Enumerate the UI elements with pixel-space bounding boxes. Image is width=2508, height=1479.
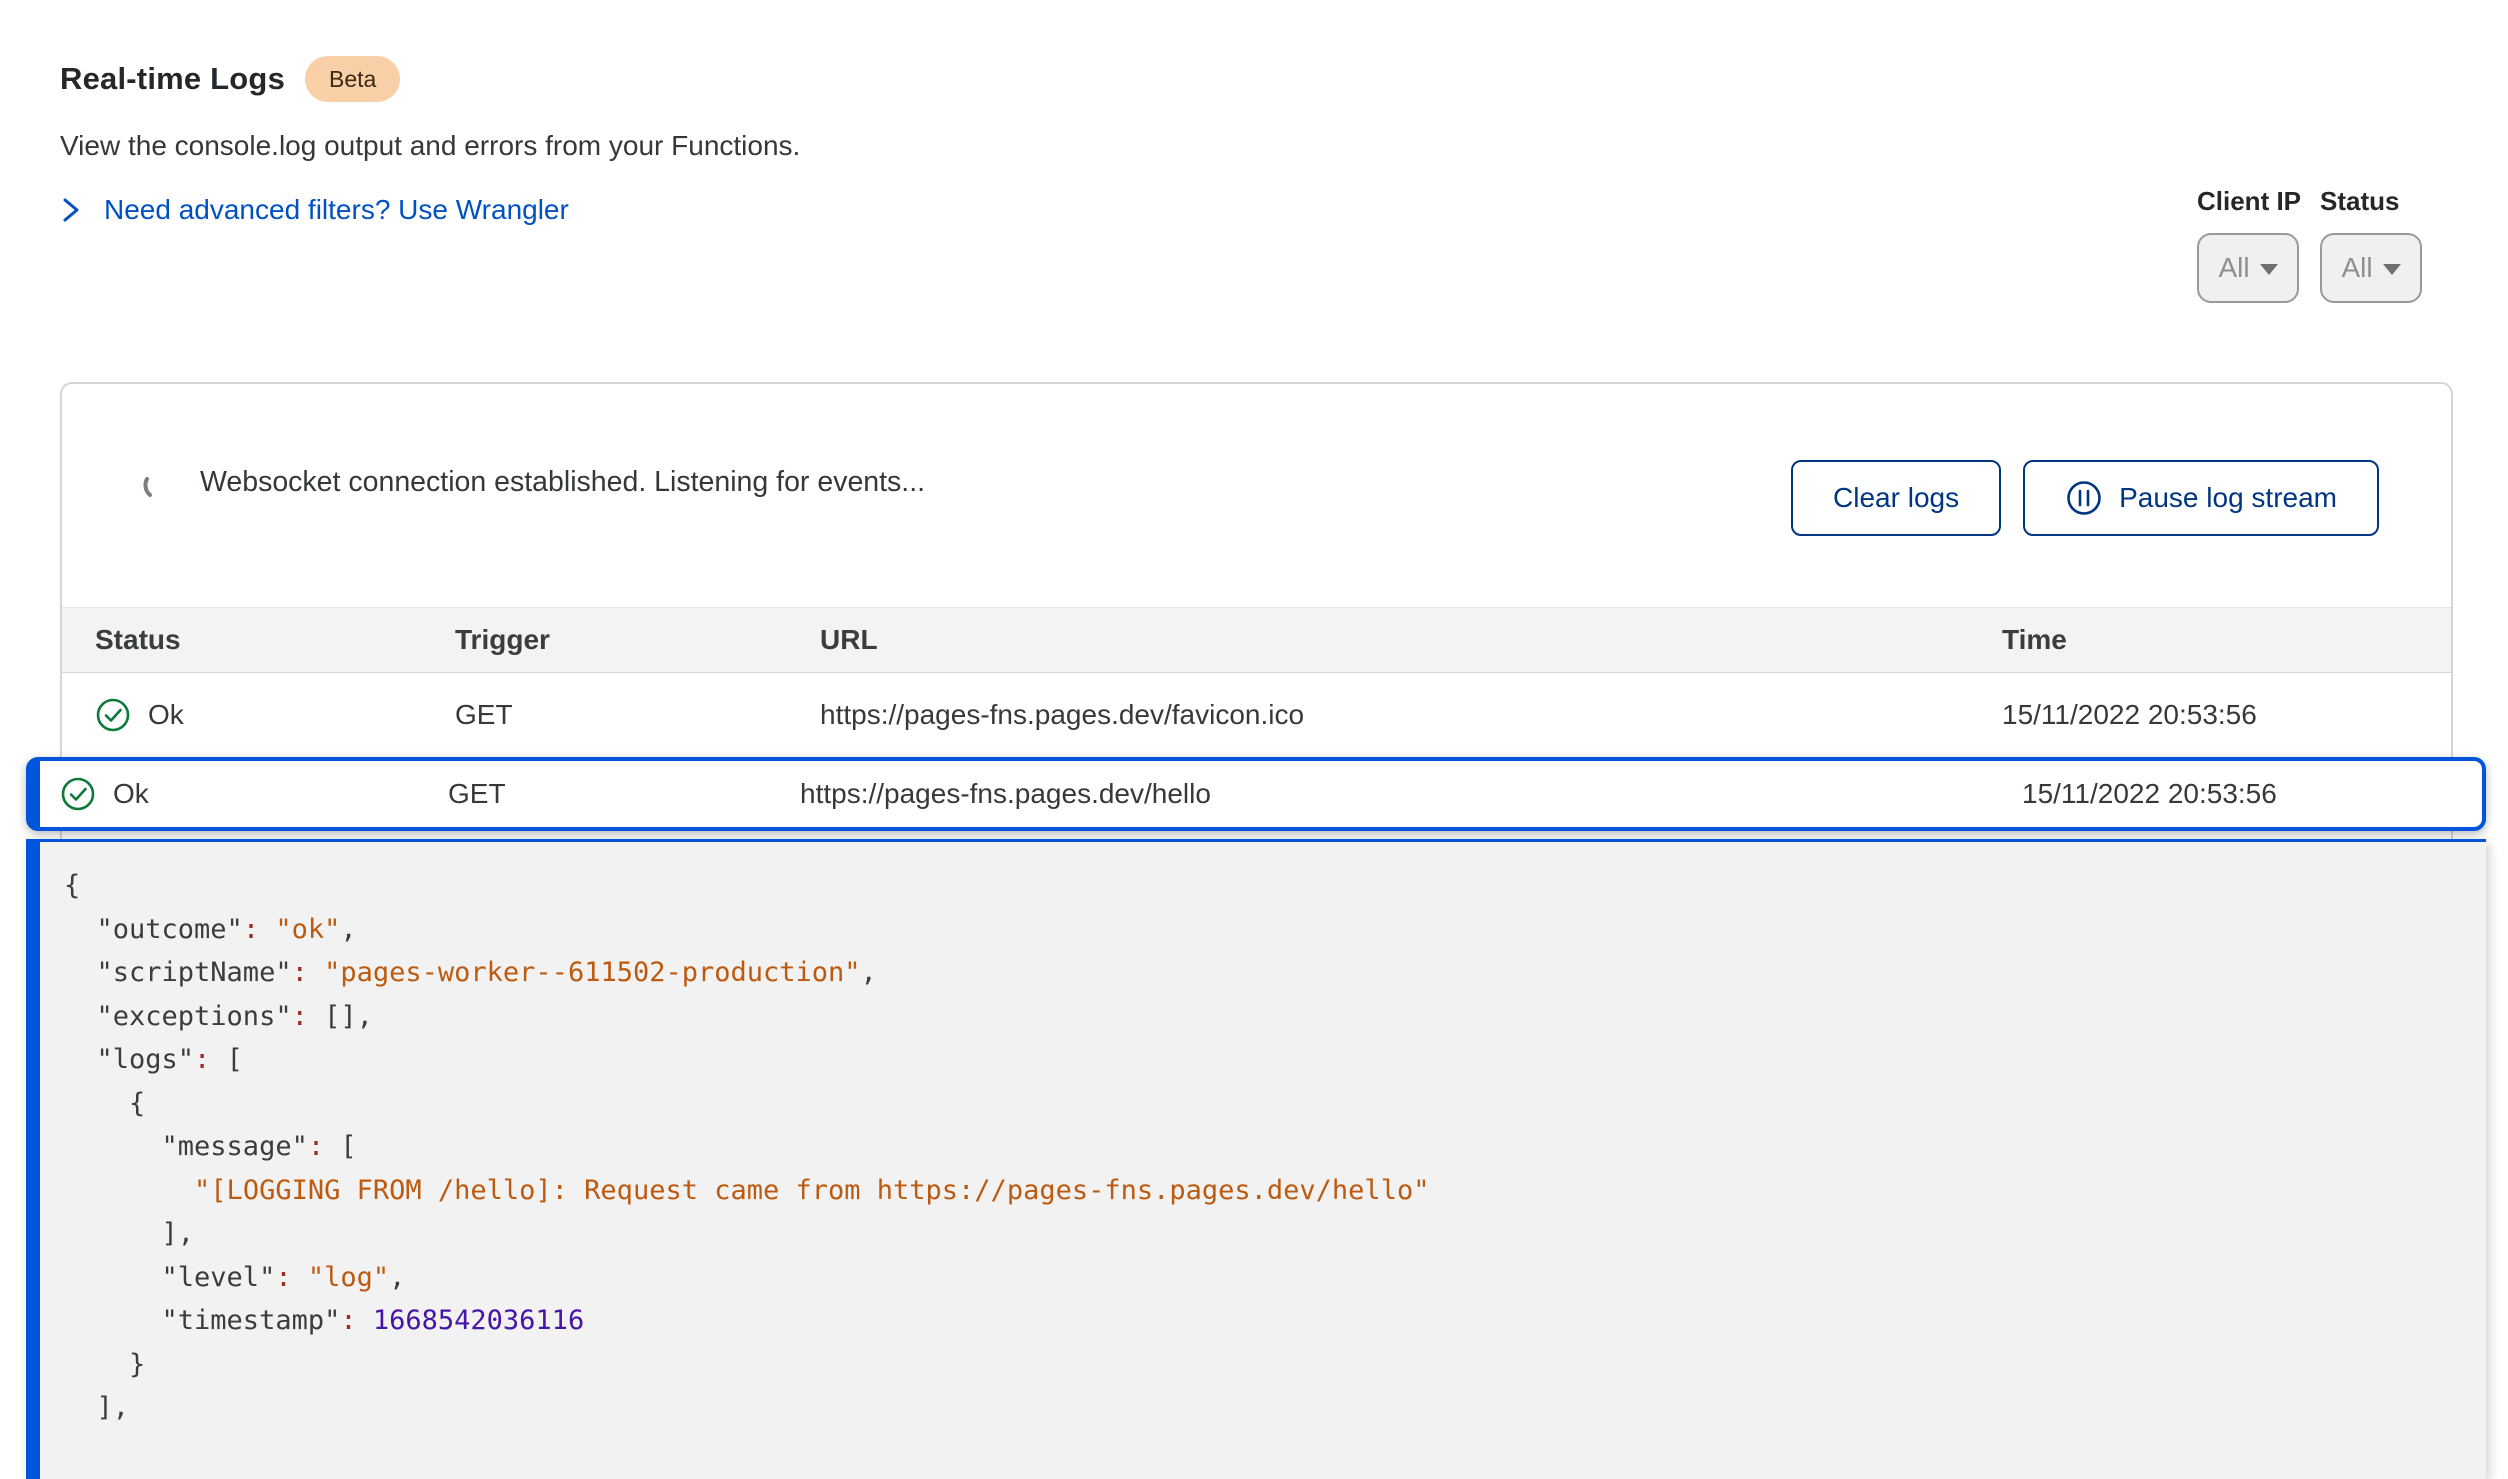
row-status: Ok (113, 778, 149, 810)
wrangler-link-label: Need advanced filters? Use Wrangler (104, 194, 569, 226)
status-filter-value: All (2341, 252, 2372, 284)
row-trigger: GET (455, 699, 820, 731)
pause-log-stream-button[interactable]: Pause log stream (2023, 460, 2379, 536)
client-ip-filter-dropdown[interactable]: All (2197, 233, 2299, 303)
filters: Client IP All Status All (2197, 186, 2422, 303)
log-panel-toolbar: Websocket connection established. Listen… (62, 384, 2451, 607)
page-description: View the console.log output and errors f… (60, 130, 800, 162)
websocket-status: Websocket connection established. Listen… (142, 466, 925, 499)
chevron-down-icon (2260, 264, 2278, 275)
column-header-url: URL (820, 624, 2002, 656)
expanded-log-entry: Ok GET https://pages-fns.pages.dev/hello… (26, 757, 2486, 1479)
check-circle-icon (95, 697, 131, 733)
wrangler-filters-link[interactable]: Need advanced filters? Use Wrangler (60, 194, 800, 226)
chevron-down-icon (2383, 264, 2401, 275)
expanded-log-row[interactable]: Ok GET https://pages-fns.pages.dev/hello… (26, 757, 2486, 831)
log-json-output: { "outcome": "ok", "scriptName": "pages-… (40, 842, 2486, 1430)
page-header: Real-time Logs Beta View the console.log… (60, 56, 800, 226)
status-filter-dropdown[interactable]: All (2320, 233, 2422, 303)
row-time: 15/11/2022 20:53:56 (2002, 699, 2451, 731)
clear-logs-button[interactable]: Clear logs (1791, 460, 2001, 536)
pause-log-stream-label: Pause log stream (2119, 482, 2337, 514)
status-filter-label: Status (2320, 186, 2422, 217)
chevron-right-icon (60, 195, 82, 225)
column-header-trigger: Trigger (455, 624, 820, 656)
log-detail-panel: { "outcome": "ok", "scriptName": "pages-… (26, 839, 2486, 1479)
check-circle-icon (60, 776, 96, 812)
row-status: Ok (148, 699, 184, 731)
beta-badge: Beta (305, 56, 400, 102)
row-url: https://pages-fns.pages.dev/favicon.ico (820, 699, 2002, 731)
websocket-status-text: Websocket connection established. Listen… (200, 466, 925, 499)
client-ip-filter-label: Client IP (2197, 186, 2301, 217)
row-url: https://pages-fns.pages.dev/hello (800, 778, 2022, 810)
client-ip-filter-value: All (2218, 252, 2249, 284)
log-table-row[interactable]: Ok GET https://pages-fns.pages.dev/favic… (62, 673, 2451, 757)
log-table-header: Status Trigger URL Time (62, 607, 2451, 673)
pause-icon (2065, 479, 2103, 517)
page-title: Real-time Logs (60, 61, 285, 97)
row-trigger: GET (448, 778, 800, 810)
column-header-time: Time (2002, 624, 2451, 656)
row-time: 15/11/2022 20:53:56 (2022, 778, 2482, 810)
clear-logs-label: Clear logs (1833, 482, 1959, 514)
spinner-icon (142, 467, 174, 499)
column-header-status: Status (95, 624, 455, 656)
